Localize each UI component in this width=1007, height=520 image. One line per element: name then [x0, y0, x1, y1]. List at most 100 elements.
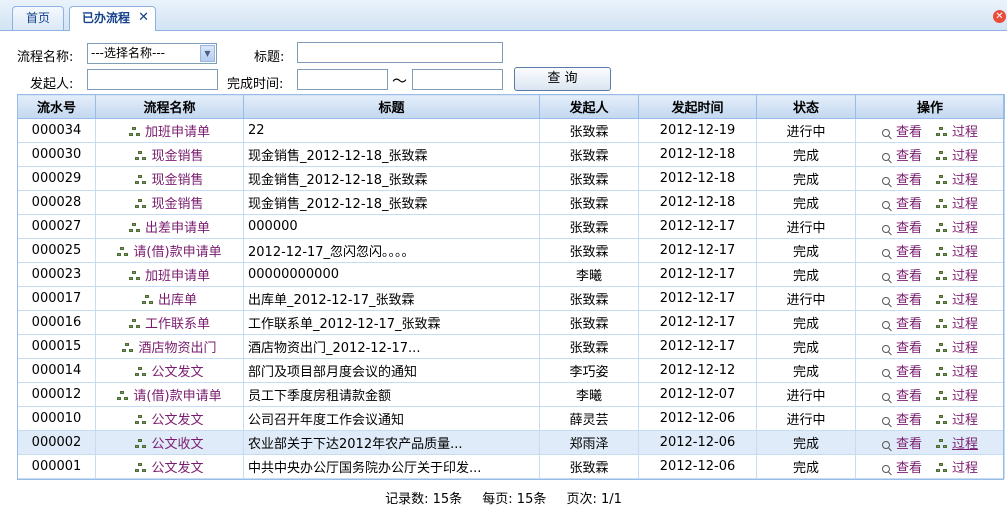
view-link[interactable]: 查看 [896, 437, 922, 452]
table-row[interactable]: 000028 现金销售 现金销售_2012-12-18_张致霖 张致霖 2012-12-… [17, 190, 1005, 215]
cell-flow[interactable]: 现金销售 [95, 190, 244, 215]
cell-status: 进行中 [756, 214, 856, 239]
process-link[interactable]: 过程 [952, 125, 978, 140]
process-link[interactable]: 过程 [952, 389, 978, 404]
flow-name-link[interactable]: 公文发文 [151, 413, 203, 428]
cell-flow[interactable]: 请(借)款申请单 [95, 382, 244, 407]
col-header-title[interactable]: 标题 [243, 94, 540, 119]
cell-flow[interactable]: 加班申请单 [95, 262, 244, 287]
view-link[interactable]: 查看 [896, 293, 922, 308]
flow-name-link[interactable]: 请(借)款申请单 [133, 245, 221, 260]
cell-flow[interactable]: 请(借)款申请单 [95, 238, 244, 263]
process-link[interactable]: 过程 [952, 173, 978, 188]
tab-done-flows[interactable]: 已办流程 ✕ [69, 6, 156, 31]
flow-name-link[interactable]: 出差申请单 [145, 221, 210, 236]
flow-name-link[interactable]: 酒店物资出门 [138, 341, 216, 356]
initiator-input[interactable] [87, 69, 218, 90]
col-header-initiator[interactable]: 发起人 [539, 94, 639, 119]
col-header-id[interactable]: 流水号 [17, 94, 96, 119]
cell-flow[interactable]: 工作联系单 [95, 310, 244, 335]
flow-name-link[interactable]: 加班申请单 [145, 269, 210, 284]
cell-id: 000029 [17, 166, 96, 191]
flow-name-link[interactable]: 现金销售 [151, 197, 203, 212]
flow-name-link[interactable]: 加班申请单 [145, 125, 210, 140]
window-close-icon[interactable]: ✕ [993, 10, 1006, 23]
cell-flow[interactable]: 出差申请单 [95, 214, 244, 239]
cell-flow[interactable]: 加班申请单 [95, 118, 244, 143]
process-link[interactable]: 过程 [952, 437, 978, 452]
tab-home[interactable]: 首页 [12, 6, 64, 30]
table-row[interactable]: 000034 加班申请单 22 张致霖 2012-12-19 进行中 查看 过程 [17, 118, 1005, 143]
table-row[interactable]: 000010 公文发文 公司召开年度工作会议通知 薛灵芸 2012-12-06 进行中 查看… [17, 406, 1005, 431]
table-row[interactable]: 000030 现金销售 现金销售_2012-12-18_张致霖 张致霖 2012-12-… [17, 142, 1005, 167]
process-link[interactable]: 过程 [952, 149, 978, 164]
table-row[interactable]: 000023 加班申请单 00000000000 李曦 2012-12-17 完成 查看 过程 [17, 262, 1005, 287]
table-row[interactable]: 000015 酒店物资出门 酒店物资出门_2012-12-17... 张致霖 2012-… [17, 334, 1005, 359]
finish-time-end-input[interactable] [412, 69, 503, 90]
flow-name-link[interactable]: 出库单 [158, 293, 197, 308]
table-row[interactable]: 000012 请(借)款申请单 员工下季度房租请款金额 李曦 2012-12-07 进行中… [17, 382, 1005, 407]
col-header-flow[interactable]: 流程名称 [95, 94, 244, 119]
process-link[interactable]: 过程 [952, 461, 978, 476]
view-link[interactable]: 查看 [896, 245, 922, 260]
cell-flow[interactable]: 出库单 [95, 286, 244, 311]
col-header-status[interactable]: 状态 [756, 94, 856, 119]
process-link[interactable]: 过程 [952, 365, 978, 380]
view-link[interactable]: 查看 [896, 413, 922, 428]
view-link[interactable]: 查看 [896, 221, 922, 236]
search-button[interactable]: 查 询 [514, 67, 611, 91]
title-input[interactable] [297, 42, 503, 63]
flow-name-link[interactable]: 请(借)款申请单 [133, 389, 221, 404]
cell-title: 00000000000 [243, 262, 540, 287]
cell-flow[interactable]: 公文收文 [95, 430, 244, 455]
process-link[interactable]: 过程 [952, 413, 978, 428]
view-link[interactable]: 查看 [896, 149, 922, 164]
flow-name-select-value: ---选择名称--- [91, 46, 165, 60]
search-icon [881, 249, 890, 257]
view-link[interactable]: 查看 [896, 317, 922, 332]
process-link[interactable]: 过程 [952, 293, 978, 308]
col-header-time[interactable]: 发起时间 [638, 94, 757, 119]
flow-name-link[interactable]: 公文发文 [151, 461, 203, 476]
cell-flow[interactable]: 现金销售 [95, 142, 244, 167]
cell-initiator: 张致霖 [539, 214, 639, 239]
search-icon [881, 321, 890, 329]
process-link[interactable]: 过程 [952, 245, 978, 260]
close-icon[interactable]: ✕ [138, 7, 149, 29]
flow-name-link[interactable]: 现金销售 [151, 149, 203, 164]
view-link[interactable]: 查看 [896, 125, 922, 140]
cell-flow[interactable]: 公文发文 [95, 406, 244, 431]
process-link[interactable]: 过程 [952, 221, 978, 236]
cell-flow[interactable]: 酒店物资出门 [95, 334, 244, 359]
view-link[interactable]: 查看 [896, 365, 922, 380]
process-link[interactable]: 过程 [952, 269, 978, 284]
flow-name-link[interactable]: 公文收文 [151, 437, 203, 452]
view-link[interactable]: 查看 [896, 197, 922, 212]
flow-name-select[interactable]: ---选择名称--- ▼ [87, 43, 217, 64]
view-link[interactable]: 查看 [896, 389, 922, 404]
table-row[interactable]: 000017 出库单 出库单_2012-12-17_张致霖 张致霖 2012-12-17… [17, 286, 1005, 311]
view-link[interactable]: 查看 [896, 269, 922, 284]
finish-time-start-input[interactable] [297, 69, 388, 90]
table-row[interactable]: 000001 公文发文 中共中央办公厅国务院办公厅关于印发... 张致霖 2012-12… [17, 454, 1005, 479]
table-row[interactable]: 000002 公文收文 农业部关于下达2012年农产品质量... 郑雨泽 2012-12… [17, 430, 1005, 455]
table-row[interactable]: 000029 现金销售 现金销售_2012-12-18_张致霖 张致霖 2012-12-… [17, 166, 1005, 191]
flow-name-link[interactable]: 公文发文 [151, 365, 203, 380]
view-link[interactable]: 查看 [896, 341, 922, 356]
cell-flow[interactable]: 现金销售 [95, 166, 244, 191]
table-row[interactable]: 000016 工作联系单 工作联系单_2012-12-17_张致霖 张致霖 2012-1… [17, 310, 1005, 335]
view-link[interactable]: 查看 [896, 173, 922, 188]
process-link[interactable]: 过程 [952, 341, 978, 356]
cell-flow[interactable]: 公文发文 [95, 358, 244, 383]
process-link[interactable]: 过程 [952, 317, 978, 332]
cell-flow[interactable]: 公文发文 [95, 454, 244, 479]
table-row[interactable]: 000014 公文发文 部门及项目部月度会议的通知 李巧姿 2012-12-12 完成 查看… [17, 358, 1005, 383]
flow-name-link[interactable]: 现金销售 [151, 173, 203, 188]
chevron-down-icon[interactable]: ▼ [200, 45, 215, 62]
flow-name-link[interactable]: 工作联系单 [145, 317, 210, 332]
table-row[interactable]: 000027 出差申请单 000000 张致霖 2012-12-17 进行中 查看 过程 [17, 214, 1005, 239]
process-link[interactable]: 过程 [952, 197, 978, 212]
view-link[interactable]: 查看 [896, 461, 922, 476]
search-icon [881, 153, 890, 161]
table-row[interactable]: 000025 请(借)款申请单 2012-12-17_忽闪忽闪。。。。 张致霖 2012… [17, 238, 1005, 263]
